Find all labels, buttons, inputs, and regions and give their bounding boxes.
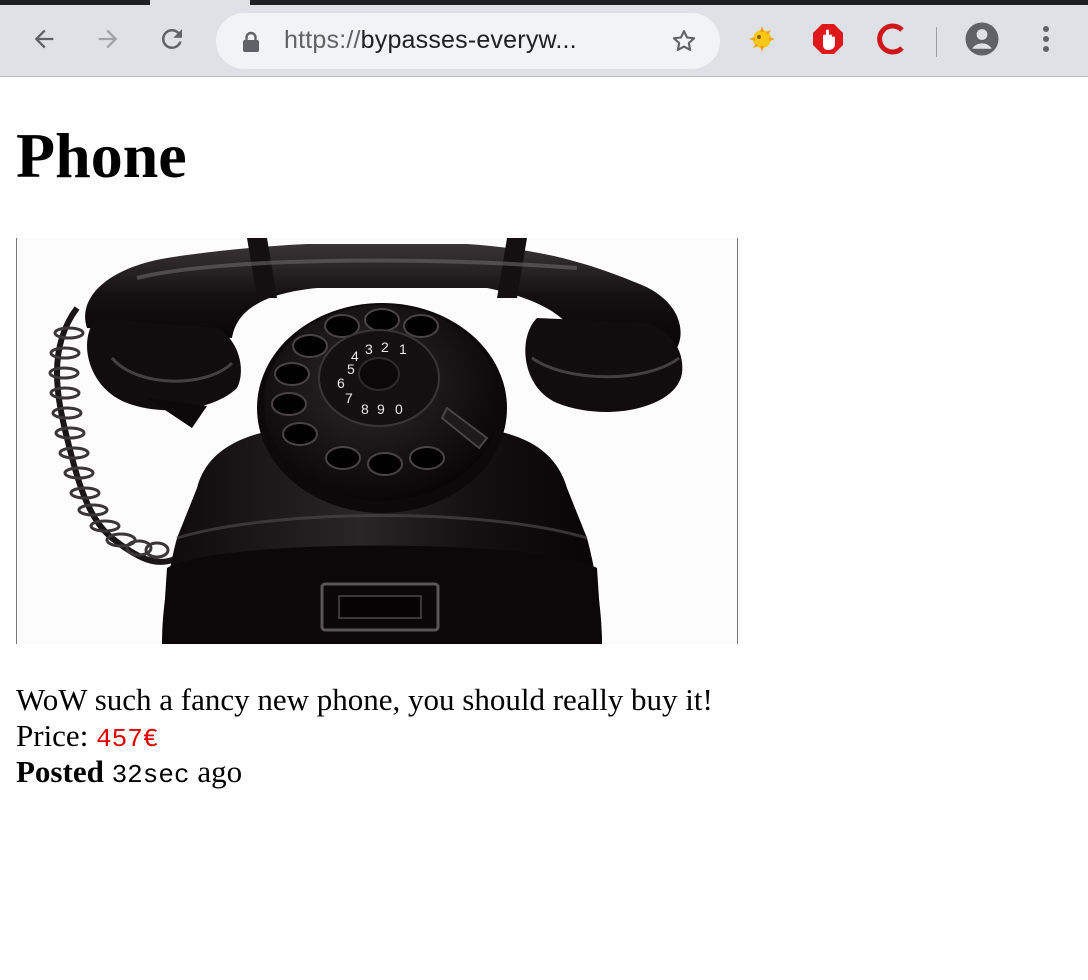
posted-time: 32sec — [111, 760, 190, 790]
extension-sun-icon — [749, 26, 775, 52]
posted-line: Posted 32sec ago — [16, 754, 242, 793]
toolbar-separator — [936, 27, 937, 57]
red-c-icon — [877, 23, 904, 55]
profile-icon — [965, 22, 999, 56]
address-bar[interactable]: https://bypasses-everyw... — [216, 13, 720, 69]
url-host: bypasses-everyw... — [360, 26, 577, 54]
svg-text:2: 2 — [381, 339, 389, 355]
svg-text:6: 6 — [337, 375, 345, 391]
posted-suffix: ago — [189, 754, 243, 789]
forward-arrow-icon — [98, 29, 118, 49]
url-text: https://bypasses-everyw... — [284, 26, 577, 55]
product-image: 4321 567 890 — [16, 238, 738, 644]
profile-button[interactable] — [962, 19, 1002, 59]
price-label: Price: — [16, 718, 97, 753]
star-icon[interactable] — [668, 25, 700, 57]
product-description: WoW such a fancy new phone, you should r… — [16, 682, 713, 717]
svg-text:3: 3 — [365, 341, 373, 357]
posted-label: Posted — [16, 754, 104, 789]
lock-icon — [242, 31, 260, 58]
extension-sun-button[interactable] — [742, 19, 782, 59]
menu-button[interactable] — [1026, 19, 1066, 59]
page-title: Phone — [16, 120, 187, 191]
svg-text:9: 9 — [377, 401, 385, 417]
price-value: 457€ — [96, 724, 159, 754]
rotary-phone-illustration: 4321 567 890 — [48, 238, 683, 644]
red-c-button[interactable] — [872, 19, 912, 59]
back-arrow-icon — [34, 29, 54, 49]
stop-hand-icon — [813, 24, 843, 54]
reload-icon — [161, 28, 182, 49]
kebab-menu-icon — [1043, 26, 1049, 52]
svg-text:0: 0 — [395, 401, 403, 417]
svg-text:1: 1 — [399, 341, 407, 357]
stop-hand-button[interactable] — [808, 19, 848, 59]
url-scheme: https:// — [284, 26, 361, 54]
svg-text:7: 7 — [345, 390, 353, 406]
reload-button[interactable] — [152, 19, 192, 59]
forward-button[interactable] — [88, 19, 128, 59]
price-line: Price: 457€ — [16, 718, 158, 757]
browser-toolbar: https://bypasses-everyw... — [0, 5, 1088, 77]
svg-text:5: 5 — [347, 361, 355, 377]
svg-text:8: 8 — [361, 401, 369, 417]
back-button[interactable] — [24, 19, 64, 59]
